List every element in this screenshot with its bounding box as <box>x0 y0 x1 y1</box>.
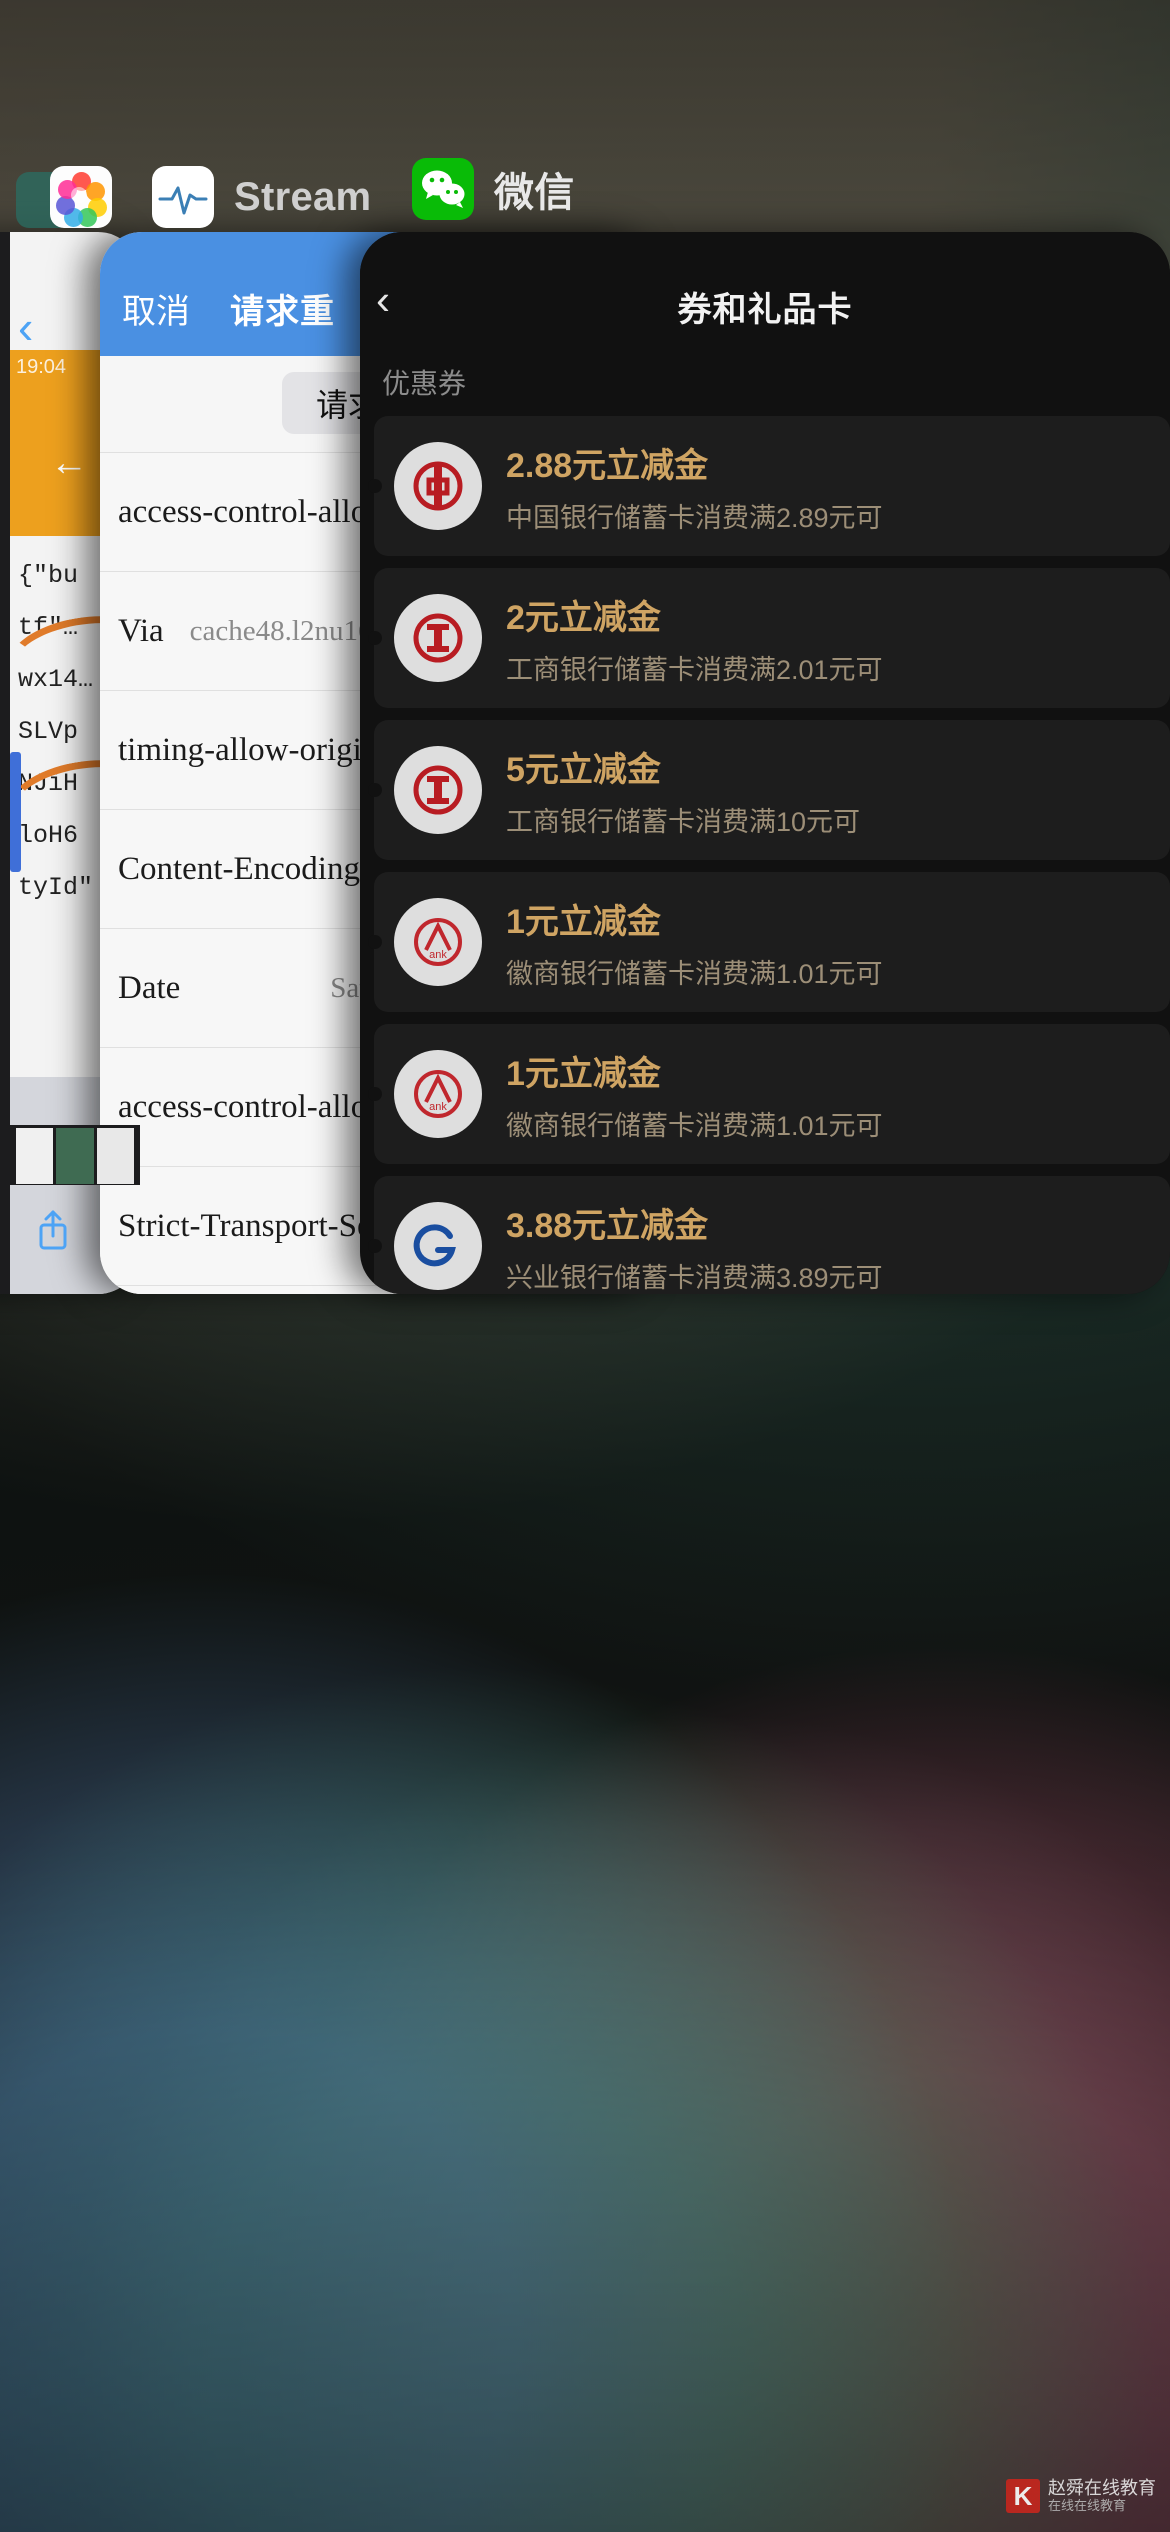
list-item[interactable]: ank 1元立减金 徽商银行储蓄卡消费满1.01元可 <box>374 1024 1170 1164</box>
coupon-section-label: 优惠券 <box>382 368 467 399</box>
card-header-label-stream: Stream <box>234 174 372 219</box>
thumbnail-doc[interactable] <box>96 1128 134 1184</box>
share-icon[interactable] <box>34 1208 72 1257</box>
watermark-line2: 在线在线教育 <box>1048 2498 1127 2514</box>
card-header-photos[interactable] <box>16 166 112 228</box>
header-key: Content-Encoding <box>118 850 360 887</box>
back-arrow-icon[interactable]: ← <box>50 442 88 485</box>
watermark-mark: K <box>1006 2479 1040 2514</box>
coupon-description: 徽商银行储蓄卡消费满1.01元可 <box>506 958 883 989</box>
list-item[interactable]: ank 1元立减金 徽商银行储蓄卡消费满1.01元可 <box>374 872 1170 1012</box>
left-card-back-chevron[interactable]: ‹ <box>18 300 33 354</box>
pulse-wave-icon <box>152 166 214 228</box>
bank-logo-cib <box>394 1202 482 1290</box>
coupon-amount: 1元立减金 <box>506 1054 661 1093</box>
coupon-description: 徽商银行储蓄卡消费满1.01元可 <box>506 1110 883 1141</box>
card-header-stream[interactable]: Stream <box>152 166 371 228</box>
bank-logo-icbc <box>394 594 482 682</box>
coupon-description: 兴业银行储蓄卡消费满3.89元可 <box>506 1262 883 1293</box>
bank-logo-boc <box>394 442 482 530</box>
left-card-blue-selection-bar <box>10 752 21 872</box>
card-header-label-wechat: 微信 <box>494 171 575 215</box>
coupon-amount: 2元立减金 <box>506 598 661 637</box>
coupon-amount: 5元立减金 <box>506 750 661 789</box>
thumbnail-green[interactable] <box>56 1128 94 1184</box>
coupon-description: 工商银行储蓄卡消费满2.01元可 <box>506 654 883 685</box>
page-title: 券和礼品卡 <box>677 291 853 329</box>
watermark: K 赵舜在线教育 在线在线教育 <box>1006 2478 1156 2514</box>
photo-thumbnail-strip[interactable] <box>16 1128 134 1184</box>
wechat-nav-bar: ‹ 券和礼品卡 <box>360 232 1170 356</box>
thumbnail-qr[interactable] <box>16 1128 54 1184</box>
list-item[interactable]: 2元立减金 工商银行储蓄卡消费满2.01元可 <box>374 568 1170 708</box>
card-header-wechat[interactable]: 微信 <box>412 158 575 220</box>
header-key: timing-allow-origin <box>118 731 379 768</box>
coupon-description: 中国银行储蓄卡消费满2.89元可 <box>506 502 883 533</box>
bank-logo-huishang: ank <box>394 1050 482 1138</box>
photos-icon <box>50 166 112 228</box>
list-item[interactable]: 5元立减金 工商银行储蓄卡消费满10元可 <box>374 720 1170 860</box>
wechat-icon <box>412 158 474 220</box>
coupon-amount: 2.88元立减金 <box>506 446 709 485</box>
bank-logo-icbc <box>394 746 482 834</box>
cancel-button[interactable]: 取消 <box>122 284 190 333</box>
header-key: Date <box>118 969 181 1006</box>
coupon-amount: 1元立减金 <box>506 902 661 941</box>
header-key: Via <box>118 612 164 649</box>
coupon-amount: 3.88元立减金 <box>506 1206 709 1245</box>
watermark-line1: 赵舜在线教育 <box>1048 2478 1156 2499</box>
list-item[interactable]: 2.88元立减金 中国银行储蓄卡消费满2.89元可 <box>374 416 1170 556</box>
coupon-description: 工商银行储蓄卡消费满10元可 <box>506 806 861 837</box>
app-card-wechat[interactable]: ‹ 券和礼品卡 优惠券 2.88元立减金 中国银行储蓄卡消费满2.89元可 2元… <box>360 232 1170 1294</box>
left-card-status-time: 19:04 <box>16 356 67 378</box>
list-item[interactable]: 3.88元立减金 兴业银行储蓄卡消费满3.89元可 <box>374 1176 1170 1294</box>
stream-nav-title: 请求重 <box>230 293 335 331</box>
bank-logo-huishang: ank <box>394 898 482 986</box>
svg-text:ank: ank <box>429 949 447 961</box>
svg-text:ank: ank <box>429 1101 447 1113</box>
